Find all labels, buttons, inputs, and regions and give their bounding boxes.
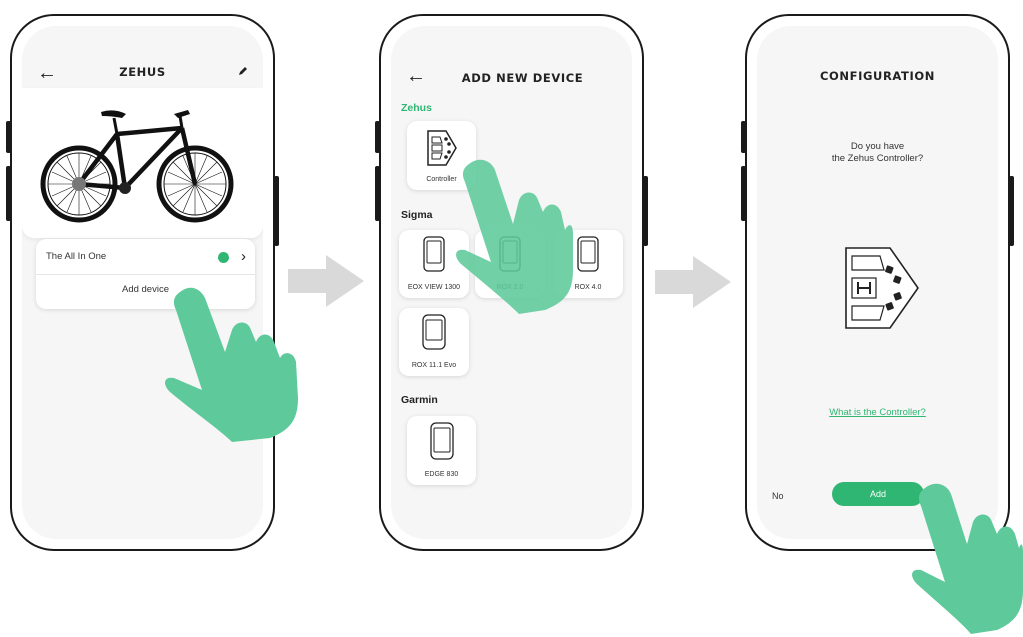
pointing-hand-icon [456,159,573,314]
section-label-garmin: Garmin [401,394,438,406]
section-label-sigma: Sigma [401,209,433,221]
screen-configuration: CONFIGURATION Do you have the Zehus Cont… [757,26,998,539]
bike-computer-icon [422,314,446,350]
page-title: CONFIGURATION [820,69,935,83]
question-line-1: Do you have [850,141,905,152]
page-title: ADD NEW DEVICE [461,71,584,85]
bike-computer-icon [423,236,445,272]
device-name: The All In One [46,251,107,262]
question-line-2: the Zehus Controller? [831,153,924,164]
device-tile-rox-11-1-evo[interactable]: ROX 11.1 Evo [399,308,469,376]
bike-computer-icon [577,236,599,272]
next-step-arrow-icon [655,256,731,308]
device-tile-edge-830[interactable]: EDGE 830 [407,416,476,485]
bicycle-image [40,110,234,223]
next-step-arrow-icon [288,255,364,307]
device-tile-label: EDGE 830 [424,471,459,478]
what-is-controller-link[interactable]: What is the Controller? [757,407,998,418]
green-status-dot [218,252,229,263]
pointing-hand-icon [165,287,298,442]
pencil-edit-icon[interactable] [237,64,249,82]
chevron-right-icon[interactable]: › [241,248,246,265]
bike-hero [22,88,263,238]
no-button[interactable]: No [772,491,784,501]
device-row[interactable]: The All In One › [36,239,255,275]
section-label-zehus: Zehus [401,102,432,114]
device-tile-label: ROX 11.1 Evo [411,362,457,369]
phone-frame-3: CONFIGURATION Do you have the Zehus Cont… [741,14,1014,551]
pointing-hand-icon [912,483,1023,634]
bike-computer-icon [430,422,454,460]
controller-illustration [845,247,919,329]
page-title: ZEHUS [119,65,166,79]
